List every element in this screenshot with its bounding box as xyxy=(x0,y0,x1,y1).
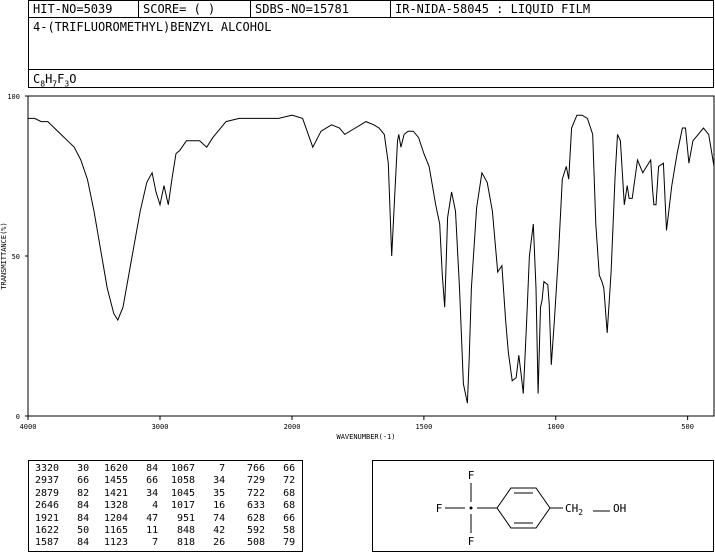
y-tick-label: 50 xyxy=(12,253,20,261)
y-axis-label: TRANSMITTANCE(%) xyxy=(0,222,8,289)
x-axis-label: WAVENUMBER(-1) xyxy=(336,433,395,441)
peak-entry: 1421 34 xyxy=(104,487,159,499)
peak-entry: 848 42 xyxy=(171,525,226,537)
peak-entry: 2937 66 xyxy=(35,475,90,487)
x-ticks: 4000 3000 2000 1500 1000 500 xyxy=(20,416,694,431)
fluorine-left: F xyxy=(436,502,443,515)
peak-entry: 1921 84 xyxy=(35,512,90,524)
peak-entry: 633 68 xyxy=(241,500,296,512)
peak-entry: 3320 30 xyxy=(35,463,90,474)
peak-entry: 818 26 xyxy=(171,537,226,549)
x-tick-label: 3000 xyxy=(152,423,169,431)
spectrum-line xyxy=(28,114,715,404)
peak-entry: 1328 4 xyxy=(104,500,159,512)
x-tick-label: 2000 xyxy=(284,423,301,431)
peak-entry: 592 58 xyxy=(241,525,296,537)
peak-entry: 1204 47 xyxy=(104,512,159,524)
peak-column-3: 1067 7 1058 34 1045 35 1017 16 951 74 848 4… xyxy=(171,463,225,550)
structure-box: F F F CH2 OH xyxy=(372,460,714,552)
peak-entry: 729 72 xyxy=(241,475,296,487)
peak-entry: 1622 50 xyxy=(35,525,90,537)
x-tick-label: 500 xyxy=(681,423,694,431)
peak-table: 3320 30 2937 66 2879 82 2646 84 1921 84 1622 … xyxy=(28,460,303,552)
fluorine-top: F xyxy=(468,469,475,482)
y-tick-label: 0 xyxy=(16,413,20,421)
x-tick-label: 1000 xyxy=(547,423,564,431)
peak-entry: 628 66 xyxy=(241,512,296,524)
cf3-carbon-dot xyxy=(469,506,473,510)
plot-frame xyxy=(27,95,715,417)
peak-entry: 1067 7 xyxy=(171,463,226,474)
x-tick-label: 1500 xyxy=(415,423,432,431)
peak-entry: 2646 84 xyxy=(35,500,90,512)
peak-entry: 1058 34 xyxy=(171,475,226,487)
peak-entry: 722 68 xyxy=(241,487,296,499)
peak-entry: 2879 82 xyxy=(35,487,90,499)
molecule-structure: F F F CH2 OH xyxy=(436,469,627,548)
peak-entry: 1017 16 xyxy=(171,500,226,512)
hydroxyl-group: OH xyxy=(613,502,626,515)
peak-column-2: 1620 84 1455 66 1421 34 1328 4 1204 47 1165 1… xyxy=(104,463,158,550)
peak-entry: 508 79 xyxy=(241,537,296,549)
peak-entry: 1045 35 xyxy=(171,487,226,499)
peak-entry: 1455 66 xyxy=(104,475,159,487)
peak-column-4: 766 66 729 72 722 68 633 68 628 66 592 5… xyxy=(241,463,295,550)
ch2-group: CH2 xyxy=(565,502,583,517)
peak-entry: 1165 11 xyxy=(104,525,159,537)
peak-entry: 1587 84 xyxy=(35,537,90,549)
x-tick-label: 4000 xyxy=(20,423,37,431)
fluorine-bottom: F xyxy=(468,535,475,548)
peak-entry: 1123 7 xyxy=(104,537,159,549)
y-ticks: 100 50 0 xyxy=(7,93,28,421)
peak-entry: 951 74 xyxy=(171,512,226,524)
peak-entry: 1620 84 xyxy=(104,463,159,474)
peak-entry: 766 66 xyxy=(241,463,296,474)
peak-column-1: 3320 30 2937 66 2879 82 2646 84 1921 84 1622 … xyxy=(35,463,89,550)
ir-spectrum-chart: 100500 4000 3000 2000 1500 1000 500 WAVENUMBE… xyxy=(0,93,715,441)
y-tick-label: 100 xyxy=(7,93,20,101)
